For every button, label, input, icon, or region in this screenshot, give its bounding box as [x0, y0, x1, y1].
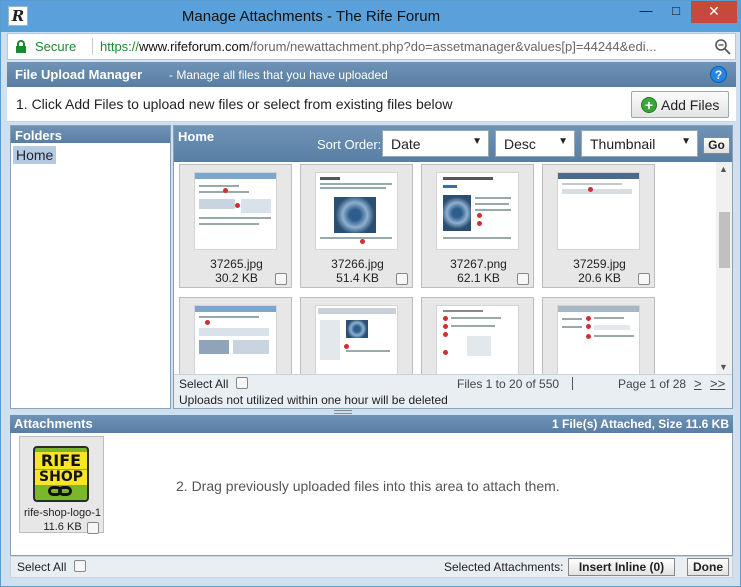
file-preview-image: [194, 305, 277, 374]
scroll-down-icon[interactable]: ▼: [719, 362, 728, 372]
upload-instructions: 1. Click Add Files to upload new files o…: [7, 87, 736, 122]
manage-attachments-window: R Manage Attachments - The Rife Forum — …: [0, 0, 741, 587]
scroll-up-icon[interactable]: ▲: [719, 164, 728, 174]
attachment-thumbnail[interactable]: RIFE SHOP rife-shop-logo-1 11.6 KB: [19, 436, 104, 534]
panel-resize-handle[interactable]: [334, 410, 352, 414]
upload-expiry-note: Uploads not utilized within one hour wil…: [179, 393, 448, 407]
url-scheme: https://: [100, 39, 140, 54]
minimize-button[interactable]: —: [631, 1, 661, 23]
file-preview-image: [315, 305, 398, 374]
drag-hint-text: 2. Drag previously uploaded files into t…: [176, 478, 560, 494]
plus-icon: +: [641, 97, 657, 113]
instruction-text: 1. Click Add Files to upload new files o…: [16, 96, 453, 112]
attachments-title: Attachments: [14, 416, 93, 431]
sort-direction-value: Desc: [504, 136, 536, 152]
file-thumbnail[interactable]: 37259.jpg 20.6 KB: [542, 164, 655, 288]
scrollbar-thumb[interactable]: [719, 212, 730, 268]
sort-direction-select[interactable]: Desc ▼: [495, 130, 575, 157]
file-thumbnail[interactable]: 37267.png 62.1 KB: [421, 164, 534, 288]
rife-shop-logo-image: RIFE SHOP: [33, 446, 89, 502]
folders-heading: Folders: [11, 126, 170, 143]
manager-title: File Upload Manager: [15, 67, 143, 82]
close-button[interactable]: ✕: [691, 1, 737, 23]
file-preview-image: [557, 305, 640, 374]
files-panel: Home Sort Order: Date ▼ Desc ▼ Thumbnail…: [173, 125, 733, 409]
attachment-name: rife-shop-logo-1: [23, 507, 102, 519]
folder-item-home[interactable]: Home: [13, 146, 57, 164]
file-thumbnail[interactable]: [300, 297, 413, 374]
attachments-header: Attachments 1 File(s) Attached, Size 11.…: [10, 415, 733, 433]
folders-panel: Folders Home: [10, 125, 171, 409]
file-preview-image: [557, 172, 640, 250]
file-checkbox[interactable]: [638, 273, 650, 285]
file-thumbnail[interactable]: [421, 297, 534, 374]
done-button[interactable]: Done: [687, 558, 729, 576]
file-grid-scrollbar[interactable]: ▲ ▼: [716, 162, 732, 374]
url-host: www.rifeforum.com: [139, 39, 250, 54]
address-divider: [92, 38, 93, 55]
attachments-footer: Select All Selected Attachments: Insert …: [10, 556, 733, 578]
select-all-files-label: Select All: [179, 377, 229, 391]
window-title: Manage Attachments - The Rife Forum: [181, 8, 441, 25]
help-icon[interactable]: ?: [710, 66, 727, 83]
insert-inline-button[interactable]: Insert Inline (0): [568, 558, 675, 576]
url-text[interactable]: https://www.rifeforum.com/forum/newattac…: [100, 39, 710, 54]
attachment-checkbox[interactable]: [87, 522, 99, 534]
current-folder-label: Home: [178, 129, 215, 144]
files-toolbar: Home Sort Order: Date ▼ Desc ▼ Thumbnail…: [174, 126, 732, 162]
view-mode-value: Thumbnail: [590, 136, 656, 152]
attachments-summary: 1 File(s) Attached, Size 11.6 KB: [552, 417, 729, 431]
selected-attachments-label: Selected Attachments:: [444, 560, 564, 574]
file-name: 37265.jpg: [210, 257, 263, 271]
maximize-button[interactable]: □: [661, 1, 691, 23]
sort-field-value: Date: [391, 136, 421, 152]
add-files-button[interactable]: + Add Files: [631, 91, 729, 118]
pagination-divider: [572, 377, 573, 390]
file-grid: 37265.jpg 30.2 KB 37266.jpg 51.4 KB 3726…: [174, 162, 716, 374]
lock-icon: [16, 40, 26, 53]
file-thumbnail[interactable]: [179, 297, 292, 374]
chevron-down-icon: ▼: [681, 136, 691, 147]
secure-label: Secure: [35, 39, 77, 54]
url-path: /forum/newattachment.php?do=assetmanager…: [249, 39, 657, 54]
file-preview-image: [436, 172, 519, 250]
file-checkbox[interactable]: [396, 273, 408, 285]
file-preview-image: [315, 172, 398, 250]
attachments-drop-area[interactable]: RIFE SHOP rife-shop-logo-1 11.6 KB 2. Dr…: [10, 433, 733, 556]
next-page-link[interactable]: >: [694, 376, 702, 391]
file-name: 37259.jpg: [573, 257, 626, 271]
file-checkbox[interactable]: [275, 273, 287, 285]
manager-header: File Upload Manager - Manage all files t…: [7, 62, 736, 87]
file-name: 37266.jpg: [331, 257, 384, 271]
file-thumbnail[interactable]: 37266.jpg 51.4 KB: [300, 164, 413, 288]
select-all-attachments-label: Select All: [17, 560, 67, 574]
add-files-label: Add Files: [661, 97, 720, 113]
sort-order-label: Sort Order:: [317, 137, 382, 152]
chevron-down-icon: ▼: [472, 136, 482, 147]
page-number-text: Page 1 of 28: [618, 377, 687, 391]
view-mode-select[interactable]: Thumbnail ▼: [581, 130, 698, 157]
sort-field-select[interactable]: Date ▼: [382, 130, 489, 157]
file-name: 37267.png: [450, 257, 507, 271]
title-bar[interactable]: R Manage Attachments - The Rife Forum — …: [1, 1, 740, 32]
manager-subtitle: - Manage all files that you have uploade…: [169, 68, 388, 82]
file-preview-image: [436, 305, 519, 374]
last-page-link[interactable]: >>: [710, 376, 725, 391]
select-all-files-checkbox[interactable]: [236, 377, 248, 389]
file-thumbnail[interactable]: [542, 297, 655, 374]
zoom-icon[interactable]: [714, 38, 732, 56]
select-all-attachments-checkbox[interactable]: [74, 560, 86, 572]
go-button[interactable]: Go: [703, 137, 730, 154]
chevron-down-icon: ▼: [558, 136, 568, 147]
address-bar[interactable]: Secure https://www.rifeforum.com/forum/n…: [7, 33, 736, 60]
file-preview-image: [194, 172, 277, 250]
file-checkbox[interactable]: [517, 273, 529, 285]
file-thumbnail[interactable]: 37265.jpg 30.2 KB: [179, 164, 292, 288]
files-footer: Select All Files 1 to 20 of 550 Page 1 o…: [174, 374, 732, 408]
file-range-text: Files 1 to 20 of 550: [457, 377, 560, 391]
